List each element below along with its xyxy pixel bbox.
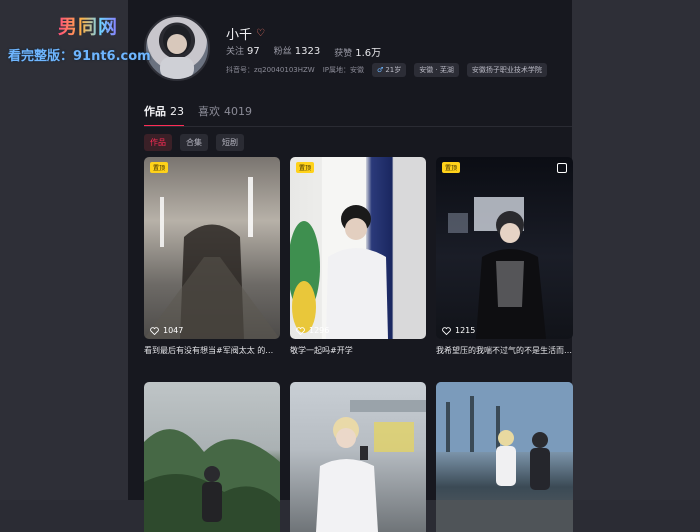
tag-text: 21岁 bbox=[385, 66, 402, 74]
tag-location: 安徽 · 芜湖 bbox=[414, 63, 459, 77]
like-count: 1296 bbox=[296, 326, 329, 335]
tab-likes[interactable]: 喜欢 4019 bbox=[198, 103, 252, 127]
like-count-value: 1215 bbox=[455, 326, 476, 335]
multi-image-icon bbox=[557, 163, 567, 173]
right-backdrop bbox=[572, 0, 700, 500]
stat-value: 1.6万 bbox=[355, 48, 382, 59]
male-icon: ♂ bbox=[377, 66, 384, 74]
video-thumbnail bbox=[144, 382, 280, 532]
video-caption: 看到最后有没有想当#军阀太太 的冲动 bbox=[144, 346, 280, 355]
tag-school: 安徽扬子职业技术学院 bbox=[466, 63, 547, 77]
profile-name: 小千 bbox=[226, 28, 253, 43]
video-card[interactable] bbox=[290, 382, 426, 532]
heart-icon bbox=[296, 326, 305, 335]
video-thumbnail: 置顶 1215 bbox=[436, 157, 573, 339]
filter-short-drama[interactable]: 短剧 bbox=[216, 134, 244, 151]
heart-icon bbox=[150, 326, 159, 335]
content-tabs: 作品 23 喜欢 4019 bbox=[144, 103, 252, 127]
pinned-badge: 置顶 bbox=[442, 162, 461, 173]
account-id: 抖音号：zq20040103HZW bbox=[226, 66, 315, 74]
name-emoji-icon: ♡ bbox=[256, 28, 265, 39]
profile-meta: 抖音号：zq20040103HZW IP属地：安徽 ♂ 21岁 安徽 · 芜湖 安… bbox=[226, 63, 547, 77]
video-thumbnail: 置顶 1296 bbox=[290, 157, 426, 339]
video-card[interactable]: 置顶 1047 看到最后有没有想当#军阀太太 的冲动 bbox=[144, 157, 280, 356]
video-card[interactable] bbox=[436, 382, 573, 532]
tag-age: ♂ 21岁 bbox=[372, 63, 407, 77]
like-count: 1215 bbox=[442, 326, 475, 335]
stat-label: 粉丝 bbox=[273, 47, 292, 57]
stat-likes: 获赞 1.6万 bbox=[334, 44, 381, 59]
tab-label: 作品 bbox=[144, 105, 166, 118]
stat-followers[interactable]: 粉丝 1323 bbox=[274, 44, 320, 59]
watermark: 男同网 看完整版：91nt6.com bbox=[0, 0, 151, 70]
filter-collections[interactable]: 合集 bbox=[180, 134, 208, 151]
stat-label: 获赞 bbox=[334, 49, 353, 59]
tab-label: 喜欢 bbox=[198, 105, 220, 118]
tab-works[interactable]: 作品 23 bbox=[144, 103, 184, 127]
video-caption: 我希望压的我喘不过气的不是生活而… bbox=[436, 346, 572, 355]
like-count-value: 1296 bbox=[309, 326, 330, 335]
stat-value: 97 bbox=[247, 46, 260, 57]
video-thumbnail bbox=[290, 382, 426, 532]
stat-following[interactable]: 关注 97 bbox=[226, 44, 260, 59]
pinned-badge: 置顶 bbox=[296, 162, 315, 173]
watermark-logo: 男同网 bbox=[58, 12, 118, 39]
left-backdrop bbox=[0, 0, 128, 500]
video-card[interactable]: 置顶 1296 敬学一起吗#开学 bbox=[290, 157, 426, 356]
video-grid: 置顶 1047 看到最后有没有想当#军阀太太 的冲动 置顶 1296 敬学一起吗… bbox=[144, 157, 573, 532]
tab-divider bbox=[144, 126, 572, 127]
profile-stats: 关注 97 粉丝 1323 获赞 1.6万 bbox=[226, 44, 381, 59]
filter-chips: 作品 合集 短剧 bbox=[144, 134, 244, 151]
video-thumbnail: 置顶 1047 bbox=[144, 157, 280, 339]
avatar[interactable] bbox=[144, 15, 210, 81]
stat-value: 1323 bbox=[294, 46, 321, 57]
tab-count: 4019 bbox=[224, 105, 252, 118]
profile-name-row: 小千 ♡ bbox=[226, 24, 265, 43]
like-count-value: 1047 bbox=[163, 326, 184, 335]
filter-works[interactable]: 作品 bbox=[144, 134, 172, 151]
pinned-badge: 置顶 bbox=[150, 162, 169, 173]
heart-icon bbox=[442, 326, 451, 335]
video-card[interactable]: 置顶 1215 我希望压的我喘不过气的不是生活而… bbox=[436, 157, 573, 356]
video-card[interactable] bbox=[144, 382, 280, 532]
ip-location: IP属地：安徽 bbox=[322, 66, 365, 74]
stat-label: 关注 bbox=[226, 47, 245, 57]
video-caption: 敬学一起吗#开学 bbox=[290, 346, 353, 355]
video-thumbnail bbox=[436, 382, 573, 532]
watermark-text: 看完整版：91nt6.com bbox=[8, 49, 151, 64]
like-count: 1047 bbox=[150, 326, 183, 335]
tab-count: 23 bbox=[170, 105, 184, 118]
